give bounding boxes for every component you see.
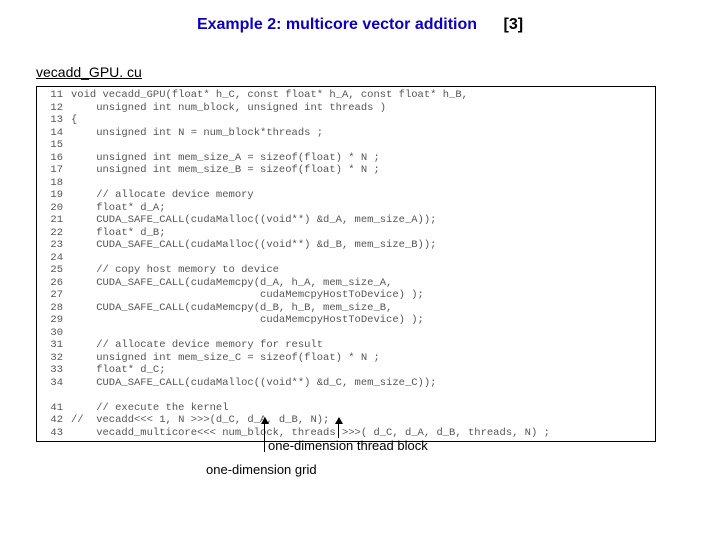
arrow-to-grid-arg: [264, 418, 265, 452]
title-ref: [3]: [481, 16, 523, 33]
arrow-to-threadblock-arg: [338, 418, 339, 438]
annotation-grid: one-dimension grid: [206, 462, 317, 477]
slide-title: Example 2: multicore vector addition [3]: [0, 16, 720, 34]
title-main: Example 2: multicore vector addition: [197, 16, 477, 33]
code-listing-box: 11void vecadd_GPU(float* h_C, const floa…: [36, 86, 656, 442]
source-filename: vecadd_GPU. cu: [36, 64, 142, 80]
code-listing: 11void vecadd_GPU(float* h_C, const floa…: [37, 89, 655, 439]
annotation-thread-block: one-dimension thread block: [268, 438, 428, 453]
slide: Example 2: multicore vector addition [3]…: [0, 0, 720, 540]
